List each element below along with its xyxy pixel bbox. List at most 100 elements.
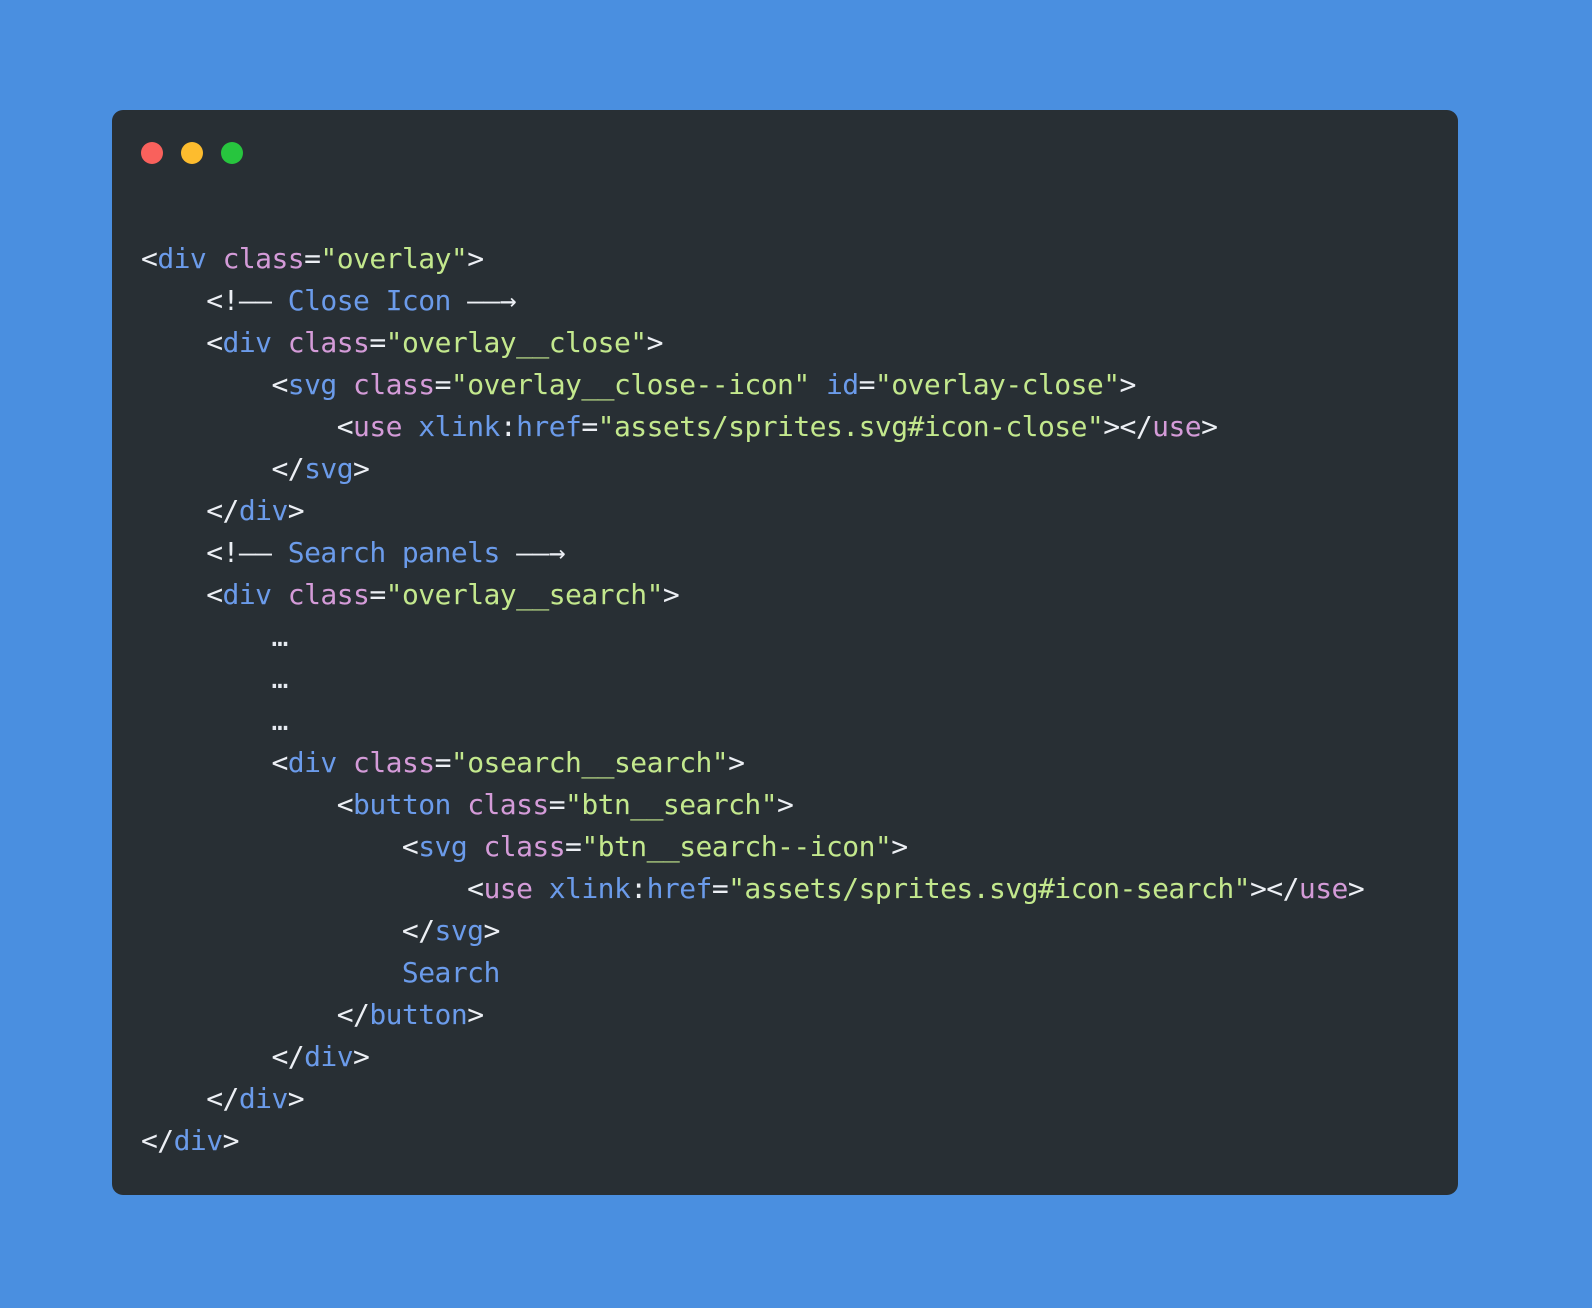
code-token-tag2: use <box>353 410 402 443</box>
code-token-punc: = <box>434 746 452 779</box>
code-token-attr2: xlink <box>548 872 631 905</box>
code-line: <div class="overlay"> <box>141 238 1448 280</box>
code-token-punc: > <box>467 242 484 275</box>
code-token-attr2: xlink <box>418 410 500 443</box>
code-token-tag2: use <box>483 872 533 905</box>
window-titlebar <box>141 141 243 165</box>
code-token-punc: </ <box>401 914 435 947</box>
maximize-window-button[interactable] <box>221 142 243 164</box>
code-token-tag: button <box>369 998 468 1031</box>
code-token-punc: > <box>662 578 680 611</box>
code-line: </svg> <box>141 448 1448 490</box>
code-token-punc <box>337 746 353 779</box>
code-token-tag: div <box>173 1124 223 1157</box>
code-token-punc: > <box>1119 368 1137 401</box>
code-token-str: "overlay__search" <box>385 578 664 611</box>
code-token-attr: class <box>287 578 370 611</box>
code-line: <button class="btn__search"> <box>141 784 1448 826</box>
code-token-tag2: use <box>1152 410 1202 443</box>
close-window-button[interactable] <box>141 142 163 164</box>
minimize-window-button[interactable] <box>181 142 203 164</box>
code-token-punc <box>467 830 483 863</box>
code-line: … <box>141 616 1448 658</box>
code-token-cmtp: ——→ <box>516 536 566 569</box>
code-token-punc: = <box>565 830 582 863</box>
code-token-punc: > <box>353 452 370 485</box>
code-token-punc: : <box>630 872 647 905</box>
code-token-cmtp: <!—— <box>206 536 272 569</box>
code-token-punc: > <box>1347 872 1365 905</box>
code-token-punc: > <box>287 494 305 527</box>
code-token-punc: > <box>777 788 794 821</box>
code-line: <svg class="overlay__close--icon" id="ov… <box>141 364 1448 406</box>
code-token-punc: > <box>222 1124 240 1157</box>
code-token-tag: div <box>304 1040 354 1073</box>
code-token-tag: div <box>238 494 288 527</box>
code-token-dots: … <box>271 704 288 737</box>
code-line: <div class="osearch__search"> <box>141 742 1448 784</box>
code-token-punc: > <box>891 830 908 863</box>
code-token-punc: : <box>499 410 517 443</box>
code-window: <div class="overlay"> <!—— Close Icon ——… <box>112 110 1458 1195</box>
code-token-punc <box>402 410 418 443</box>
code-token-punc: > <box>483 914 500 947</box>
code-token-tag: div <box>238 1082 288 1115</box>
code-token-tag: div <box>157 242 207 275</box>
code-token-cmt: Search panels <box>287 536 501 569</box>
code-token-punc: < <box>401 830 419 863</box>
code-line: … <box>141 658 1448 700</box>
code-token-str: "btn__search--icon" <box>581 830 892 863</box>
code-token-punc: = <box>369 578 386 611</box>
code-token-str: "overlay__close--icon" <box>450 368 810 401</box>
code-token-punc <box>810 368 826 401</box>
code-line: <!—— Search panels ——→ <box>141 532 1448 574</box>
code-token-cmtp: <!—— <box>206 284 272 317</box>
code-token-punc: = <box>711 872 729 905</box>
code-token-punc: = <box>434 368 452 401</box>
code-token-punc: = <box>304 242 321 275</box>
code-token-punc <box>271 284 287 317</box>
code-token-punc: > <box>1201 410 1218 443</box>
code-token-tag: svg <box>304 452 354 485</box>
code-block[interactable]: <div class="overlay"> <!—— Close Icon ——… <box>141 238 1448 1162</box>
code-token-punc: </ <box>271 1040 305 1073</box>
code-line: <div class="overlay__close"> <box>141 322 1448 364</box>
code-token-str: "osearch__search" <box>450 746 729 779</box>
code-token-punc: < <box>206 326 223 359</box>
code-token-attr: class <box>353 368 435 401</box>
code-token-dots: … <box>271 662 288 695</box>
code-token-punc: < <box>141 242 158 275</box>
code-token-tag: div <box>287 746 337 779</box>
code-token-punc: < <box>271 746 288 779</box>
code-token-text: Search <box>401 956 500 989</box>
code-token-dots: … <box>271 620 288 653</box>
code-token-attr: class <box>353 746 435 779</box>
code-token-attr: class <box>222 242 305 275</box>
code-line: </div> <box>141 1036 1448 1078</box>
code-token-punc: = <box>858 368 876 401</box>
code-token-punc: </ <box>206 494 239 527</box>
code-token-attr2: href <box>646 872 713 905</box>
code-token-punc: > <box>287 1082 305 1115</box>
code-token-punc: </ <box>271 452 305 485</box>
code-token-punc: > <box>353 1040 370 1073</box>
code-token-cmt: Close Icon <box>287 284 452 317</box>
code-token-punc <box>206 242 222 275</box>
code-line: </div> <box>141 1078 1448 1120</box>
code-token-tag: svg <box>418 830 468 863</box>
code-token-punc <box>451 284 467 317</box>
code-token-punc <box>451 788 467 821</box>
code-token-punc: ></ <box>1249 872 1299 905</box>
code-token-punc: > <box>728 746 745 779</box>
code-token-attr: class <box>467 788 549 821</box>
